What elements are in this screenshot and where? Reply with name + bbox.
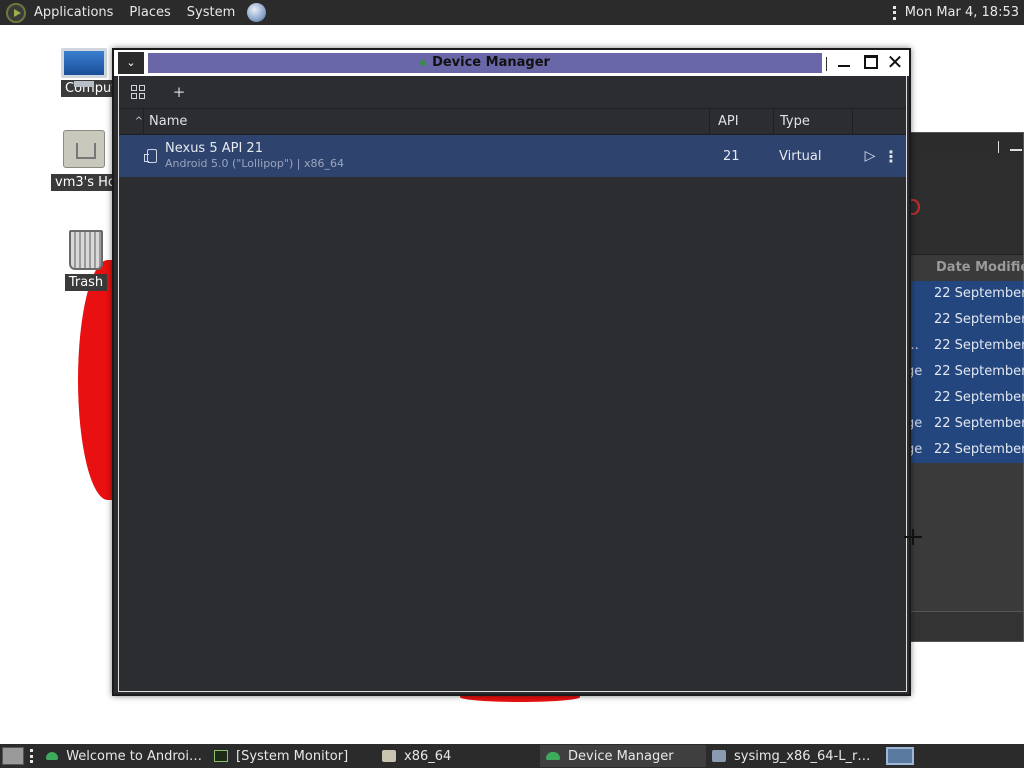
taskbar-item-system-monitor[interactable]: [System Monitor] (208, 745, 376, 767)
device-table-header: ^ Name API Type (119, 108, 906, 135)
column-header-name[interactable]: Name (149, 114, 709, 129)
column-header-date-modified[interactable]: Date Modified (906, 255, 1024, 281)
column-header-type[interactable]: Type (773, 108, 853, 135)
places-menu[interactable]: Places (121, 0, 178, 25)
minimize-icon[interactable] (1010, 149, 1022, 151)
file-date: 22 September 2 (934, 338, 1024, 353)
file-date: 22 September 2 (934, 442, 1024, 457)
taskbar-handle-icon[interactable] (30, 749, 34, 763)
device-manager-panel: + ^ Name API Type Nexus 5 API 21 Android… (118, 76, 907, 692)
folder-icon (382, 750, 396, 762)
taskbar-item-label: [System Monitor] (236, 748, 349, 764)
device-manager-toolbar: + (119, 76, 906, 109)
close-button[interactable]: ✕ (885, 52, 905, 72)
device-name: Nexus 5 API 21 (165, 141, 263, 156)
system-menu[interactable]: System (179, 0, 243, 25)
file-list: 22 September 2 22 September 2 …22 Septem… (906, 281, 1024, 463)
web-browser-launcher-icon[interactable] (247, 3, 267, 22)
applications-menu[interactable]: Applications (26, 0, 121, 25)
taskbar-item-welcome[interactable]: Welcome to Androi… (40, 745, 208, 767)
more-actions-button[interactable]: ⋮ (881, 147, 901, 166)
window-titlebar[interactable]: ⌄ Device Manager ✕ (114, 50, 909, 76)
window-title-text: Device Manager (432, 55, 550, 70)
file-row[interactable]: ge22 September 2 (906, 359, 1024, 385)
file-row[interactable]: 22 September 2 (906, 385, 1024, 411)
android-studio-icon (420, 59, 427, 66)
android-icon (546, 752, 560, 760)
sort-ascending-icon[interactable]: ^ (119, 116, 149, 127)
monitor-icon (214, 750, 228, 762)
minimize-button[interactable] (834, 52, 854, 72)
file-row[interactable]: ge22 September 2 (906, 437, 1024, 463)
computer-icon (61, 48, 107, 87)
taskbar-item-label: Device Manager (568, 748, 674, 764)
file-row[interactable]: …22 September 2 (906, 333, 1024, 359)
workspace-switcher[interactable] (886, 747, 914, 765)
device-api-level: 21 (723, 148, 740, 164)
file-date: 22 September 2 (934, 364, 1024, 379)
panel-handle-icon[interactable] (892, 5, 897, 20)
maximize-button[interactable] (860, 52, 880, 72)
taskbar-item-label: Welcome to Androi… (66, 748, 202, 764)
file-manager-titlebar[interactable] (906, 133, 1023, 159)
taskbar-item-label: x86_64 (404, 748, 452, 764)
taskbar-item-sysimg[interactable]: sysimg_x86_64-L_r… (706, 745, 878, 767)
clock[interactable]: Mon Mar 4, 18:53 (905, 5, 1024, 20)
grid-icon (131, 85, 145, 99)
file-date: 22 September 2 (934, 390, 1024, 405)
taskbar-item-device-manager[interactable]: Device Manager (540, 745, 706, 767)
device-name-cell: Nexus 5 API 21 Android 5.0 ("Lollipop") … (165, 141, 719, 171)
file-manager-statusbar (906, 611, 1023, 641)
android-icon (46, 752, 59, 760)
column-header-api[interactable]: API (709, 108, 773, 135)
file-manager-toolbar (906, 159, 1023, 255)
device-details: Android 5.0 ("Lollipop") | x86_64 (165, 157, 344, 170)
distro-logo-icon[interactable] (6, 2, 26, 23)
device-row[interactable]: Nexus 5 API 21 Android 5.0 ("Lollipop") … (119, 135, 906, 177)
file-date: 22 September 2 (934, 286, 1024, 301)
file-manager-window[interactable]: Date Modified 22 September 2 22 Septembe… (905, 132, 1024, 642)
run-device-button[interactable]: ▷ (859, 148, 881, 164)
device-type: Virtual (779, 148, 822, 164)
add-device-button[interactable]: + (169, 83, 189, 101)
home-folder-icon (63, 130, 105, 168)
file-row[interactable]: 22 September 2 (906, 307, 1024, 333)
desktop-icon-label: vm3's Ho (51, 174, 117, 191)
file-date: 22 September 2 (934, 312, 1024, 327)
window-title[interactable]: Device Manager (148, 53, 822, 73)
device-manager-window[interactable]: ⌄ Device Manager ✕ + ^ Name API Type Nex… (112, 48, 911, 696)
virtual-device-icon (144, 149, 157, 163)
desktop-icon-label: Trash (64, 274, 108, 291)
taskbar: Welcome to Androi… [System Monitor] x86_… (0, 744, 1024, 768)
trash-icon (69, 230, 103, 270)
resize-cursor-icon (904, 529, 922, 545)
package-icon (712, 750, 726, 762)
file-row[interactable]: 22 September 2 (906, 281, 1024, 307)
taskbar-item-x86-64[interactable]: x86_64 (376, 745, 540, 767)
taskbar-item-label: sysimg_x86_64-L_r… (734, 748, 871, 764)
file-date: 22 September 2 (934, 416, 1024, 431)
window-menu-button[interactable]: ⌄ (118, 52, 144, 74)
top-panel: Applications Places System Mon Mar 4, 18… (0, 0, 1024, 25)
group-devices-button[interactable] (131, 85, 151, 99)
show-desktop-button[interactable] (2, 747, 24, 765)
file-row[interactable]: ge22 September 2 (906, 411, 1024, 437)
